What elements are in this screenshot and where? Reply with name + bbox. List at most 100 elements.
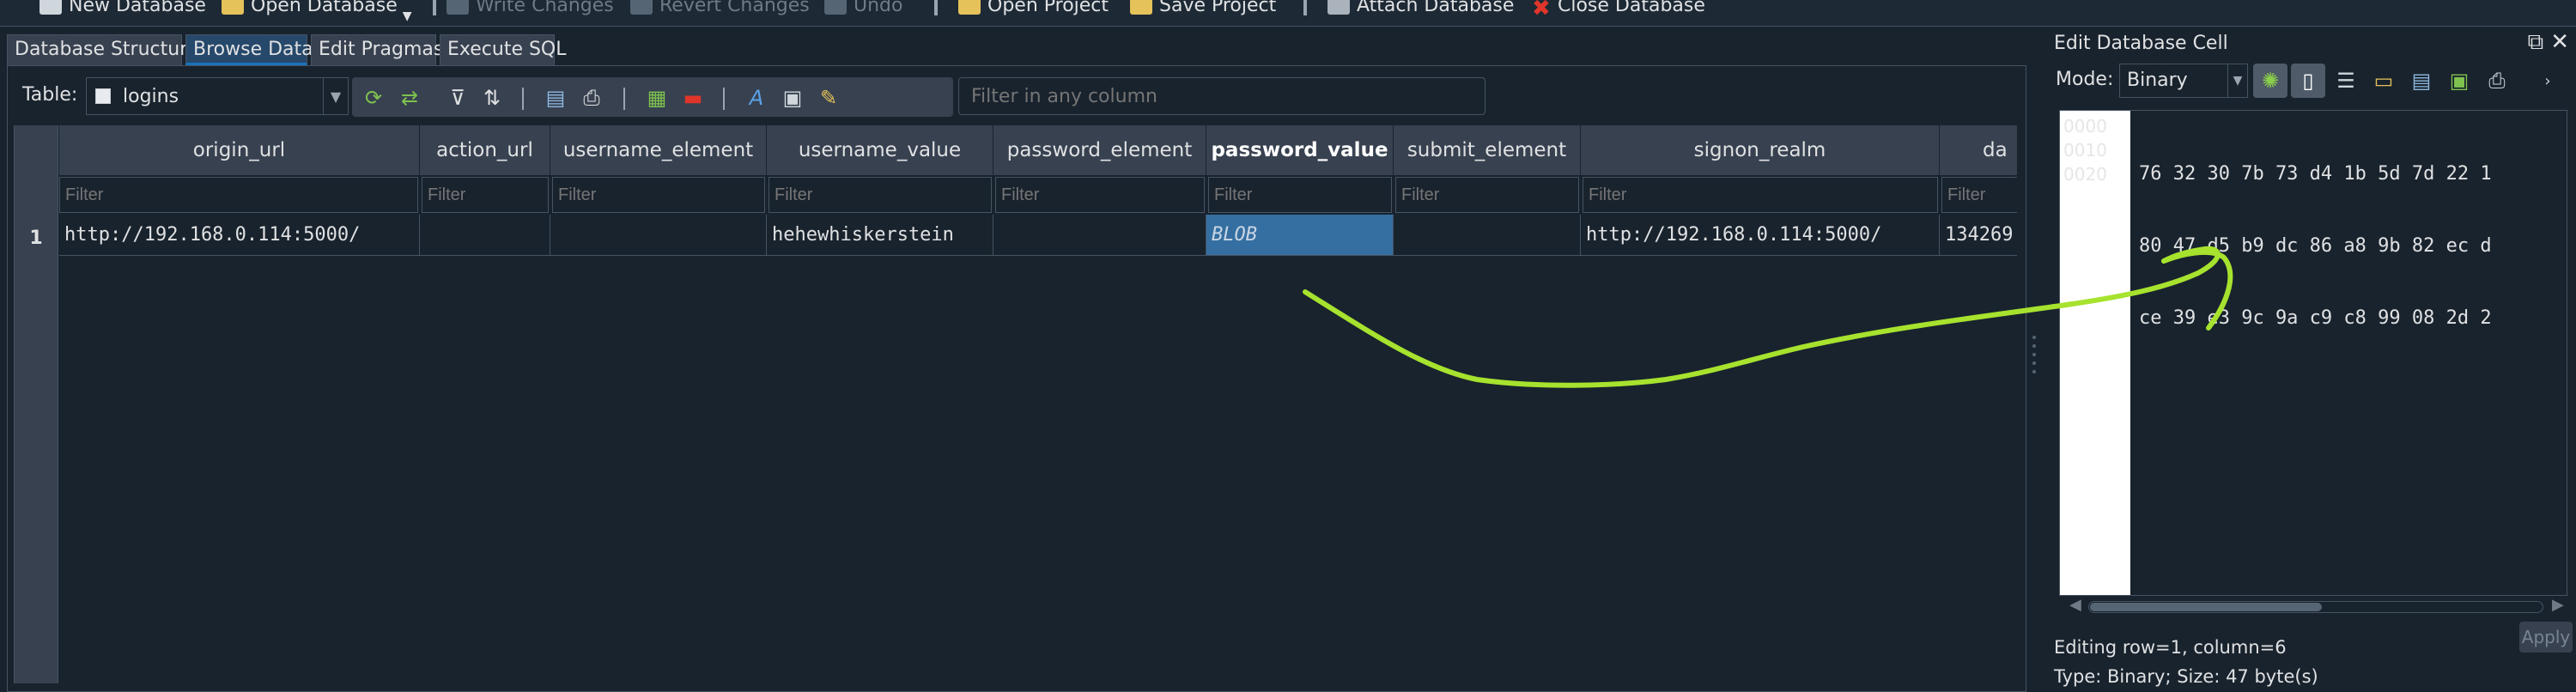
row-header-column [15,125,58,683]
chevron-down-icon[interactable]: ▼ [323,78,348,114]
toolbar-separator [522,88,524,110]
clear-filters-icon[interactable]: ⊽ [443,84,472,112]
column-header[interactable]: password_value [1206,125,1394,175]
table-select[interactable]: logins ▼ [86,77,349,115]
sort-icon[interactable]: ⇅ [477,84,507,112]
table-icon [95,88,111,104]
attach-database-button[interactable]: Attach Database [1327,0,1514,19]
insert-record-icon[interactable]: ▦ [642,84,671,112]
delete-record-icon[interactable]: ▬ [678,84,708,112]
auto-format-icon[interactable]: ☰ [2329,64,2363,98]
open-database-label: Open Database [251,0,398,16]
save-project-label: Save Project [1159,0,1277,16]
column-filter-input[interactable] [995,177,1205,213]
table-cell[interactable] [1394,215,1581,256]
sync-icon[interactable]: ⇄ [395,84,424,112]
refresh-table-icon[interactable]: ⟳ [359,84,388,112]
column-filter-input[interactable] [1941,177,2017,213]
hex-line: 80 47 d5 b9 dc 86 a8 9b 82 ec d [2139,235,2492,257]
hex-line: ce 39 e3 9c 9a c9 c8 99 08 2d 2 [2139,307,2492,329]
column-filter-input[interactable] [59,177,418,213]
save-project-button[interactable]: Save Project [1130,0,1276,19]
toolbar-separator [723,88,725,110]
revert-changes-button[interactable]: Revert Changes [630,0,810,19]
tab-database-structure[interactable]: Database Structure [7,34,198,65]
format-icon[interactable]: ▣ [778,84,807,112]
scroll-left-icon[interactable]: ◀ [2069,596,2081,614]
pane-splitter[interactable] [2030,26,2038,683]
table-select-value: logins [123,85,179,107]
table-cell[interactable] [550,215,767,256]
close-database-label: Close Database [1558,0,1705,16]
column-header[interactable]: action_url [420,125,550,175]
import-file-icon[interactable]: ▭ [2366,64,2401,98]
mode-label: Mode: [2056,69,2114,90]
table-cell[interactable]: hehewhiskerstein [767,215,993,256]
open-project-label: Open Project [987,0,1109,16]
filter-all-columns-input[interactable] [958,77,1485,115]
settings-icon[interactable]: ✎ [814,84,843,112]
close-database-button[interactable]: ✖ Close Database [1532,0,1705,21]
export-file-icon[interactable]: ▤ [2404,64,2439,98]
mode-select[interactable]: Binary ▼ [2119,64,2248,98]
toolbar-separator [934,0,938,15]
table-cell[interactable] [420,215,550,256]
column-filter-input[interactable] [769,177,992,213]
hex-editor[interactable]: 0000 0010 0020 76 32 30 7b 73 d4 1b 5d 7… [2059,110,2567,596]
auto-switch-mode-icon[interactable]: ✺ [2253,64,2287,98]
column-header[interactable]: origin_url [59,125,420,175]
toolbar-separator [623,88,625,110]
tab-edit-pragmas[interactable]: Edit Pragmas [311,34,443,65]
hex-bytes[interactable]: 76 32 30 7b 73 d4 1b 5d 7d 22 1 80 47 d5… [2139,114,2492,379]
close-panel-icon[interactable]: ✕ [2550,29,2576,55]
word-wrap-icon[interactable]: ▯ [2291,64,2325,98]
print-icon[interactable]: ⎙ [577,84,606,112]
table-cell[interactable]: http://192.168.0.114:5000/ [1581,215,1940,256]
column-header[interactable]: da [1940,125,2017,175]
new-database-icon [39,0,62,15]
scroll-right-icon[interactable]: ▶ [2552,596,2564,614]
chevron-down-icon[interactable]: ▼ [403,9,412,23]
column-header[interactable]: submit_element [1394,125,1581,175]
chevron-right-icon[interactable]: › [2535,64,2561,98]
column-filter-input[interactable] [1583,177,1938,213]
open-database-button[interactable]: Open Database ▼ [222,0,412,23]
hex-offset: 0020 [2063,164,2107,185]
cell-position-status: Editing row=1, column=6 [2054,637,2287,658]
tab-execute-sql[interactable]: Execute SQL [440,34,567,65]
hex-offset-column: 0000 0010 0020 [2060,111,2130,595]
table-label: Table: [22,84,78,106]
column-header[interactable]: password_element [993,125,1206,175]
toolbar-separator [1303,0,1307,15]
apply-button[interactable]: Apply [2519,622,2573,653]
write-changes-button[interactable]: Write Changes [447,0,614,19]
new-database-button[interactable]: New Database [39,0,206,19]
row-number[interactable]: 1 [15,218,58,259]
cell-type-status: Type: Binary; Size: 47 byte(s) [2054,666,2318,687]
undo-button[interactable]: Undo [824,0,902,19]
selected-blob-cell[interactable]: BLOB [1206,215,1394,256]
float-panel-icon[interactable]: ⧉ [2528,29,2551,55]
open-project-button[interactable]: Open Project [958,0,1109,19]
font-icon[interactable]: A [742,84,771,112]
print-icon[interactable]: ⎙ [2480,64,2514,98]
column-filter-input[interactable] [1395,177,1579,213]
undo-icon [824,0,847,15]
column-header[interactable]: username_value [767,125,993,175]
column-filter-input[interactable] [1208,177,1392,213]
save-table-icon[interactable]: ▤ [541,84,570,112]
column-filter-input[interactable] [552,177,765,213]
chevron-down-icon[interactable]: ▼ [2227,64,2247,97]
column-header[interactable]: signon_realm [1581,125,1940,175]
column-header[interactable]: username_element [550,125,767,175]
table-cell[interactable] [993,215,1206,256]
mode-select-value: Binary [2127,70,2188,91]
table-cell[interactable]: 134269 [1940,215,2017,256]
write-changes-icon [447,0,469,15]
set-null-icon[interactable]: ▣ [2442,64,2476,98]
column-filter-input[interactable] [422,177,549,213]
table-cell[interactable]: http://192.168.0.114:5000/ [59,215,420,256]
tab-browse-data[interactable]: Browse Data [185,34,313,65]
horizontal-scrollbar[interactable]: ◀ ▶ [2069,596,2567,618]
scrollbar-thumb[interactable] [2090,603,2322,611]
